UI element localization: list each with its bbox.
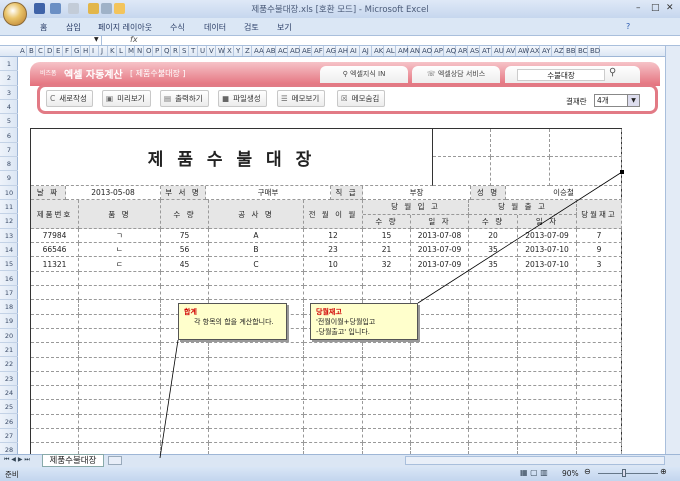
memo-text: '전월이월+당월입고 -당월출고' 입니다.: [316, 318, 376, 336]
memo-line: [159, 339, 179, 459]
memo-title: 합계: [184, 308, 197, 316]
memo-total: 합계각 항목의 합을 계산합니다.: [178, 303, 287, 340]
memo-title: 당월재고: [316, 308, 342, 316]
memo-connectors: [159, 170, 624, 459]
memo-line: [417, 171, 623, 304]
memo-stock: 당월재고 '전월이월+당월입고 -당월출고' 입니다.: [310, 303, 418, 340]
comment-marker: [620, 170, 624, 174]
memo-text: 각 항목의 합을 계산합니다.: [194, 318, 274, 326]
